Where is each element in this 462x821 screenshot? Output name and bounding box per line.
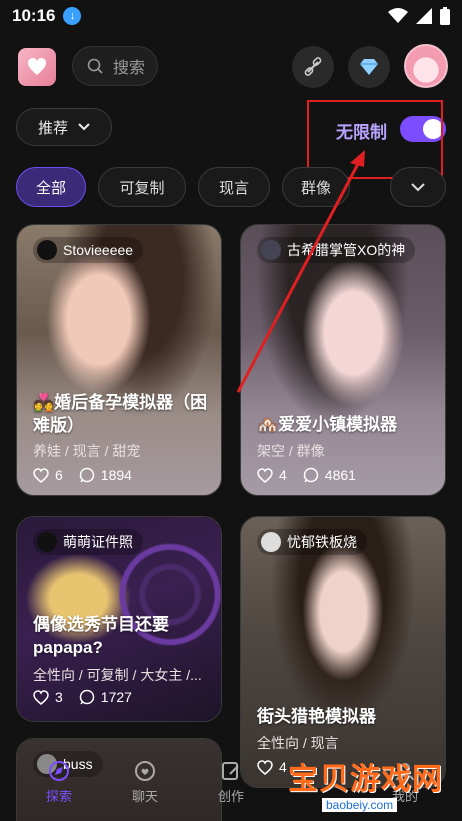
chat-heart-icon xyxy=(135,761,155,781)
card-title-line: 🏘️爱爱小镇模拟器 xyxy=(257,415,398,434)
author-avatar xyxy=(37,532,57,552)
story-card[interactable]: Stovieeeee 💑婚后备孕模拟器（困 难版） 养娃 / 现言 / 甜宠 6 … xyxy=(16,224,222,496)
author-avatar xyxy=(37,240,57,260)
status-time: 10:16 xyxy=(12,6,56,25)
link-icon xyxy=(304,57,322,76)
nav-label: 聊天 xyxy=(131,789,158,804)
card-title-line: 💑婚后备孕模拟器（困 xyxy=(33,393,208,412)
comment-count: 1727 xyxy=(100,689,132,705)
card-tags: 养娃 / 现言 / 甜宠 xyxy=(33,443,141,459)
nav-label: 创作 xyxy=(217,789,244,804)
chips-expand-button[interactable] xyxy=(390,167,446,207)
card-title-line: 难版） xyxy=(33,416,84,435)
search-placeholder: 搜索 xyxy=(113,60,146,77)
author-avatar xyxy=(261,240,281,260)
site-watermark: 宝贝游戏网 baobeiy.com xyxy=(288,750,458,820)
category-chips: 全部 可复制 现言 群像 xyxy=(16,167,456,207)
card-stats: 3 1727 xyxy=(33,689,132,705)
chat-bubble-icon xyxy=(79,467,95,483)
signal-icon xyxy=(416,8,432,24)
card-title-line: 街头猎艳模拟器 xyxy=(257,707,376,726)
status-icons xyxy=(388,7,450,25)
battery-icon xyxy=(440,7,450,25)
story-card[interactable]: 萌萌证件照 偶像选秀节目还要 papapa? 全性向 / 可复制 / 大女主 /.… xyxy=(16,516,222,722)
author-avatar xyxy=(261,532,281,552)
card-tags: 架空 / 群像 xyxy=(257,443,325,459)
card-author[interactable]: 萌萌证件照 xyxy=(33,529,143,555)
diamond-button[interactable] xyxy=(348,46,390,88)
heart-icon xyxy=(257,467,273,483)
chat-bubble-icon xyxy=(79,689,95,705)
card-title: 💑婚后备孕模拟器（困 难版） xyxy=(33,391,207,437)
nav-label: 探索 xyxy=(45,789,72,804)
sort-label: 推荐 xyxy=(37,119,68,137)
search-input[interactable]: 搜索 xyxy=(72,46,158,86)
card-title-line: papapa? xyxy=(33,638,103,657)
like-count: 6 xyxy=(55,467,63,483)
chevron-down-icon xyxy=(78,123,90,131)
nav-create[interactable]: 创作 xyxy=(196,760,266,805)
heart-icon xyxy=(33,689,49,705)
chip-label: 群像 xyxy=(300,179,331,197)
watermark-text: 宝贝游戏网 xyxy=(288,763,443,796)
card-stats: 4 4861 xyxy=(257,467,356,483)
card-author[interactable]: Stovieeeee xyxy=(33,237,144,263)
chevron-down-icon xyxy=(411,182,425,191)
like-stat[interactable]: 6 xyxy=(33,467,63,483)
diamond-icon xyxy=(360,59,378,75)
card-title: 偶像选秀节目还要 papapa? xyxy=(33,613,169,659)
watermark-url: baobeiy.com xyxy=(322,798,398,812)
author-name: 古希腊掌管XO的神 xyxy=(287,242,406,258)
comment-stat[interactable]: 4861 xyxy=(303,467,356,483)
author-name: Stovieeeee xyxy=(63,242,134,258)
chip-modern-romance[interactable]: 现言 xyxy=(198,167,270,207)
comment-count: 4861 xyxy=(324,467,356,483)
like-stat[interactable]: 3 xyxy=(33,689,63,705)
nav-explore[interactable]: 探索 xyxy=(24,760,94,805)
like-count: 3 xyxy=(55,689,63,705)
card-title: 街头猎艳模拟器 xyxy=(257,705,376,728)
card-author[interactable]: 忧郁铁板烧 xyxy=(257,529,367,555)
nav-chat[interactable]: 聊天 xyxy=(110,760,180,805)
author-name: 忧郁铁板烧 xyxy=(287,534,357,550)
user-avatar[interactable] xyxy=(404,44,448,88)
card-stats: 6 1894 xyxy=(33,467,132,483)
chat-bubble-icon xyxy=(303,467,319,483)
comment-count: 1894 xyxy=(100,467,132,483)
chip-ensemble[interactable]: 群像 xyxy=(282,167,350,207)
story-card[interactable]: 古希腊掌管XO的神 🏘️爱爱小镇模拟器 架空 / 群像 4 4861 xyxy=(240,224,446,496)
like-stat[interactable]: 4 xyxy=(257,467,287,483)
search-icon xyxy=(87,58,103,74)
wifi-icon xyxy=(388,8,408,23)
comment-stat[interactable]: 1727 xyxy=(79,689,132,705)
download-icon: ↓ xyxy=(63,7,82,25)
card-title: 🏘️爱爱小镇模拟器 xyxy=(257,413,397,436)
link-button[interactable] xyxy=(292,46,334,88)
edit-icon xyxy=(222,762,239,780)
compass-icon xyxy=(49,761,69,781)
chip-label: 现言 xyxy=(218,179,249,197)
status-bar: 10:16 ↓ xyxy=(0,0,462,32)
comment-stat[interactable]: 1894 xyxy=(79,467,132,483)
card-title-line: 偶像选秀节目还要 xyxy=(33,615,169,634)
top-bar: 搜索 xyxy=(0,40,462,96)
chip-label: 全部 xyxy=(35,179,66,197)
card-author[interactable]: 古希腊掌管XO的神 xyxy=(257,237,416,263)
author-name: 萌萌证件照 xyxy=(63,534,133,550)
chip-label: 可复制 xyxy=(119,179,165,197)
like-count: 4 xyxy=(279,467,287,483)
heart-icon xyxy=(33,467,49,483)
chip-copyable[interactable]: 可复制 xyxy=(98,167,186,207)
card-tags: 全性向 / 可复制 / 大女主 /... xyxy=(33,667,202,683)
chip-all[interactable]: 全部 xyxy=(16,167,86,207)
sort-dropdown[interactable]: 推荐 xyxy=(16,108,112,146)
app-logo xyxy=(18,48,56,86)
